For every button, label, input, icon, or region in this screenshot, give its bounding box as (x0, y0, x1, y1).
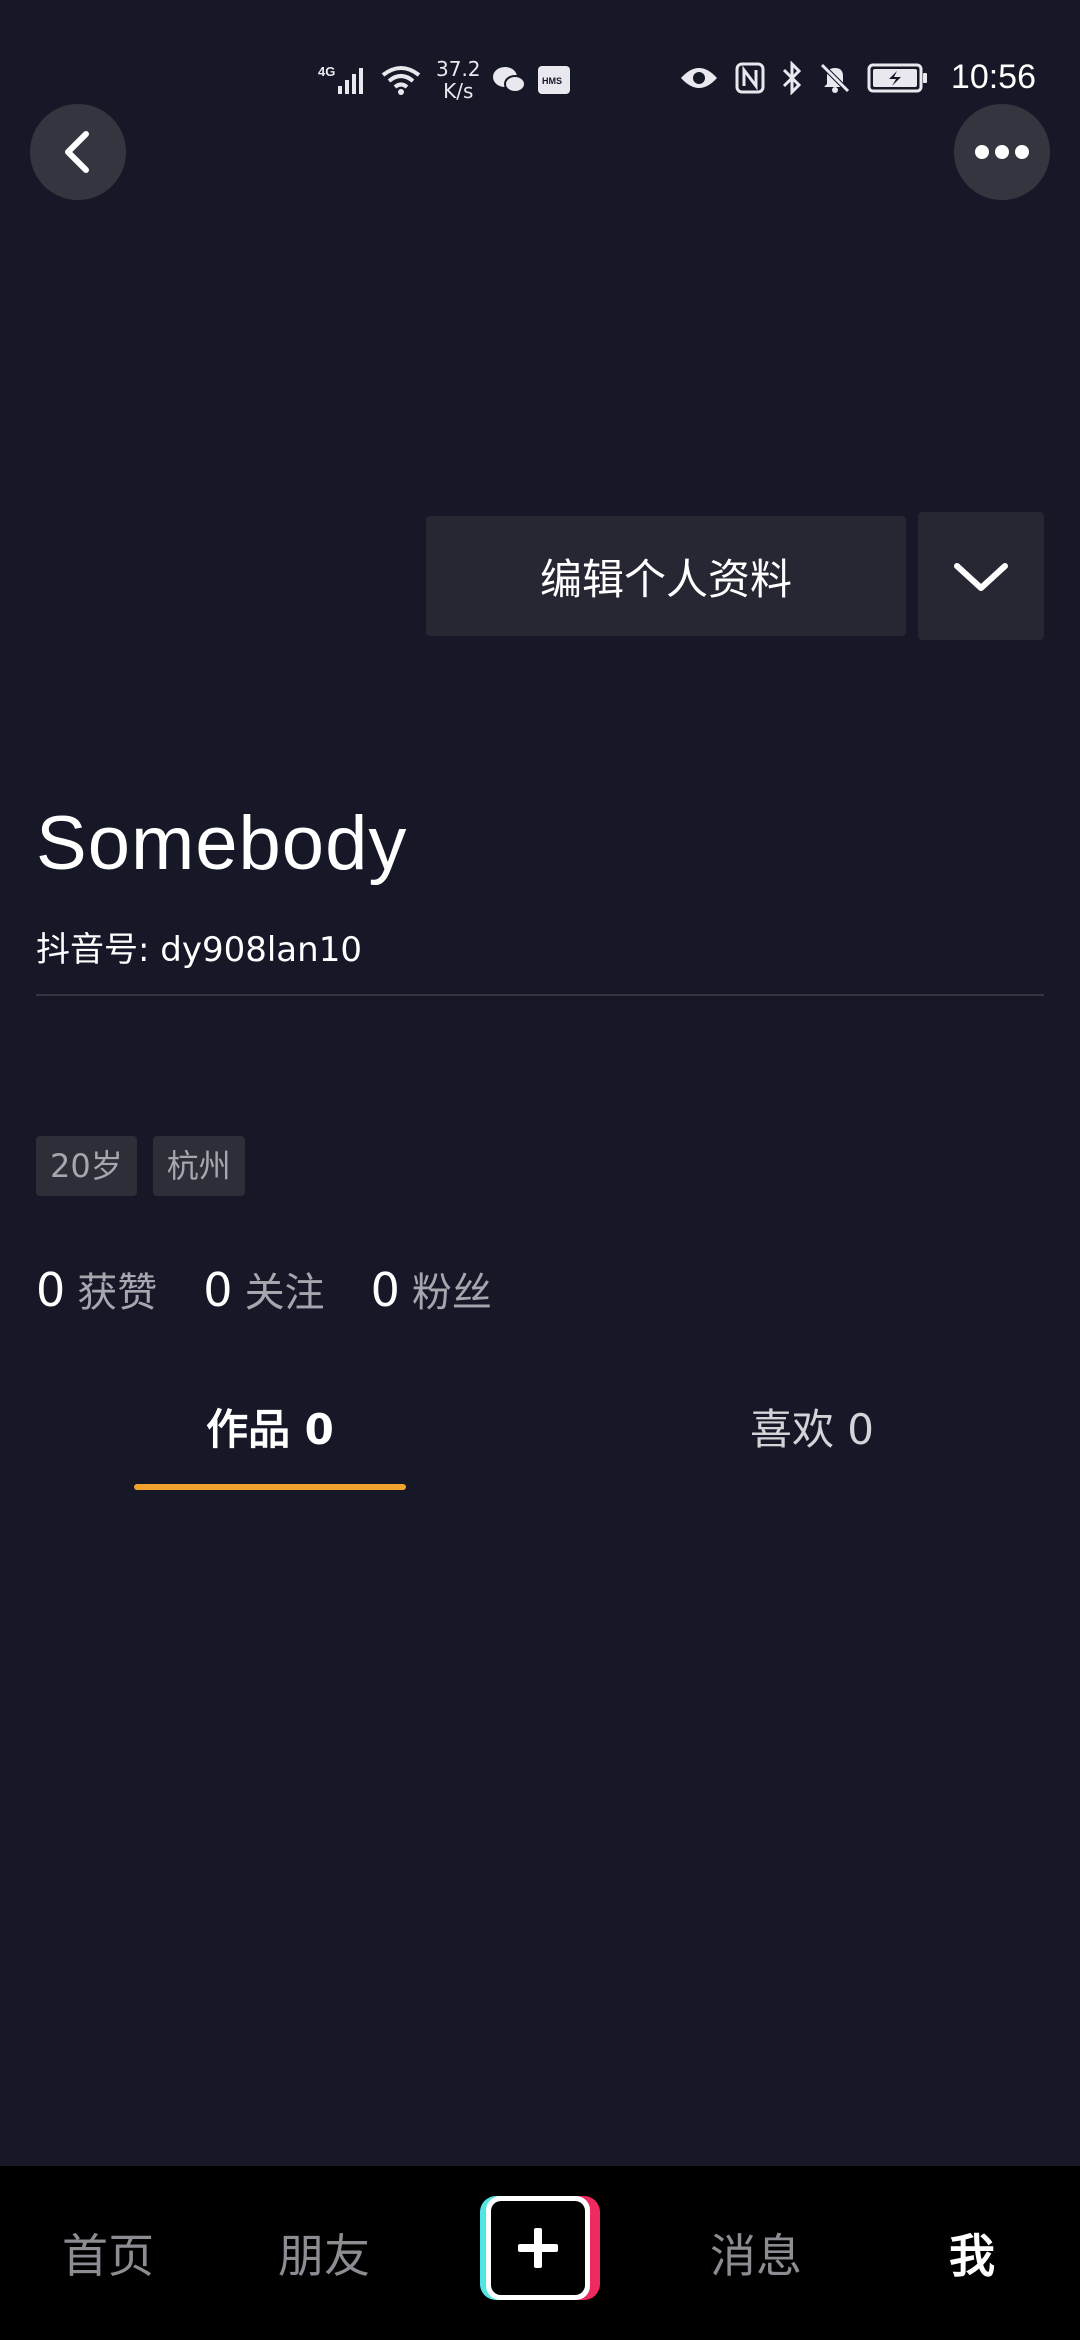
profile-name: Somebody (36, 801, 408, 886)
active-tab-indicator (134, 1484, 406, 1490)
nfc-icon (735, 62, 765, 93)
nav-friends[interactable]: 朋友 (254, 2220, 394, 2286)
chevron-down-icon (954, 563, 1008, 591)
tag-age: 20岁 (36, 1136, 137, 1196)
nav-home[interactable]: 首页 (38, 2220, 178, 2286)
tag-location: 杭州 (152, 1136, 245, 1196)
status-right: 10:56 (679, 58, 1036, 97)
more-dots-icon (975, 145, 1029, 159)
stat-likes[interactable]: 0 获赞 (36, 1260, 157, 1318)
nav-me[interactable]: 我 (902, 2220, 1042, 2286)
stat-following[interactable]: 0 关注 (203, 1260, 324, 1318)
edit-profile-button[interactable]: 编辑个人资料 (426, 516, 906, 636)
create-button[interactable] (480, 2196, 600, 2300)
stat-followers-label: 粉丝 (411, 1270, 492, 1316)
bottom-nav: 首页 朋友 消息 我 (0, 2166, 1080, 2340)
create-button-face (486, 2196, 590, 2300)
status-bar: 4G 37.2 K/s HMS 10:56 (0, 0, 1080, 150)
divider (36, 994, 1044, 996)
stat-following-count: 0 (203, 1263, 233, 1317)
battery-icon (867, 63, 927, 92)
nav-messages[interactable]: 消息 (686, 2220, 826, 2286)
plus-icon (518, 2228, 558, 2268)
more-button[interactable] (954, 104, 1050, 200)
network-speed: 37.2 K/s (436, 57, 481, 103)
tab-likes[interactable]: 喜欢 0 (676, 1396, 948, 1457)
stat-following-label: 关注 (244, 1270, 325, 1316)
mute-icon (820, 62, 850, 93)
bluetooth-icon (782, 60, 802, 95)
edit-profile-label: 编辑个人资料 (539, 554, 792, 604)
create-button-inner (491, 2201, 585, 2295)
hms-icon: HMS (537, 66, 570, 94)
tab-works[interactable]: 作品 0 (134, 1396, 406, 1457)
profile-tags: 20岁 杭州 (36, 1136, 245, 1196)
profile-stats: 0 获赞 0 关注 0 粉丝 (36, 1260, 492, 1318)
chevron-left-icon (65, 131, 89, 173)
eye-icon (680, 67, 717, 88)
svg-text:4G: 4G (318, 64, 335, 79)
svg-text:HMS: HMS (542, 76, 562, 86)
stat-followers-count: 0 (370, 1263, 400, 1317)
back-button[interactable] (30, 104, 126, 200)
status-left: 4G 37.2 K/s HMS (318, 58, 571, 102)
stat-followers[interactable]: 0 粉丝 (371, 1260, 492, 1318)
signal-icon: 4G (318, 64, 363, 94)
stat-likes-count: 0 (36, 1263, 66, 1317)
stat-likes-label: 获赞 (77, 1270, 158, 1316)
recommend-dropdown-button[interactable] (918, 512, 1044, 640)
wifi-icon (381, 66, 421, 95)
wechat-icon (492, 67, 526, 93)
clock: 10:56 (950, 58, 1036, 96)
douyin-id[interactable]: 抖音号: dy908lan10 (36, 922, 362, 971)
